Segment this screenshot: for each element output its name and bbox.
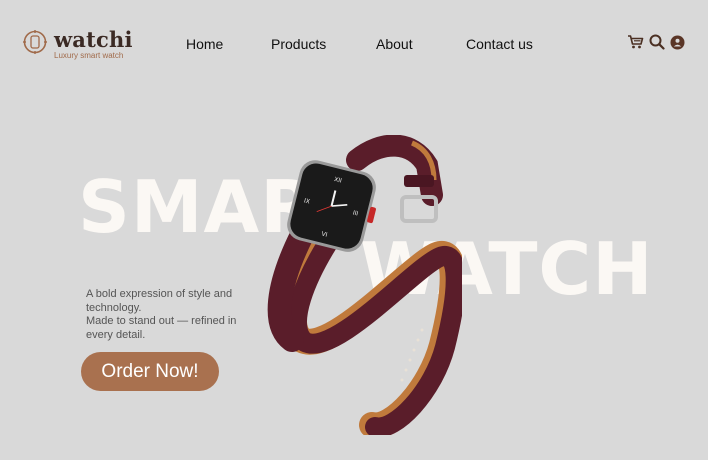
nav-about[interactable]: About [376, 36, 413, 52]
nav-home[interactable]: Home [186, 36, 223, 52]
logo[interactable]: watchi Luxury smart watch [22, 29, 133, 61]
cart-icon[interactable] [627, 34, 644, 50]
brand-name: watchi [54, 27, 133, 52]
watch-logo-icon [23, 30, 47, 54]
nav-products[interactable]: Products [271, 36, 326, 52]
hero-description-line2: Made to stand out — refined in every det… [86, 315, 237, 341]
order-now-button[interactable]: Order Now! [81, 352, 219, 391]
header-actions [627, 34, 685, 50]
header: watchi Luxury smart watch Home Products … [0, 0, 708, 88]
hero-description-line1: A bold expression of style and technolog… [86, 288, 233, 314]
nav-contact-us[interactable]: Contact us [466, 36, 533, 52]
user-icon[interactable] [670, 35, 685, 50]
brand-tagline: Luxury smart watch [54, 51, 124, 60]
smartwatch-product-image: XII III VI IX [267, 135, 462, 435]
hero-description: A bold expression of style and technolog… [86, 288, 261, 342]
search-icon[interactable] [649, 34, 665, 50]
